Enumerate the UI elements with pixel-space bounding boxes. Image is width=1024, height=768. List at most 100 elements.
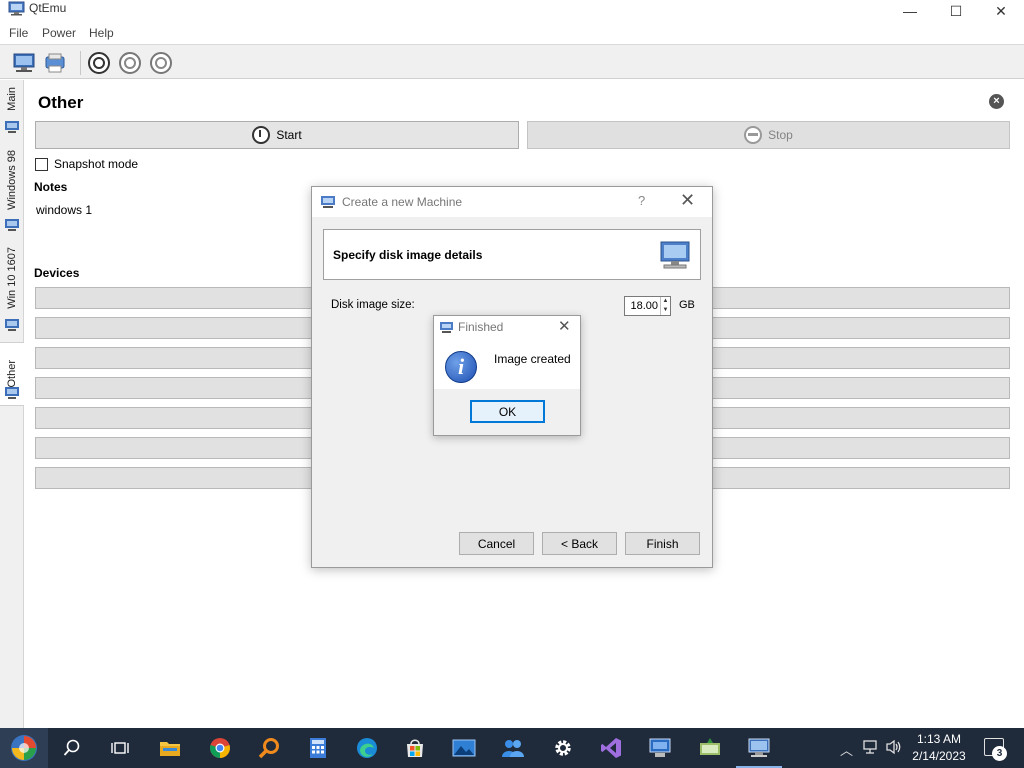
spin-up-icon[interactable]: ▲ [661,297,670,306]
menu-power[interactable]: Power [42,26,76,40]
wizard-close-icon[interactable]: ✕ [680,190,695,211]
new-machine-icon [13,53,35,72]
store-button[interactable] [402,735,428,761]
chevron-up-icon[interactable]: ︿ [840,740,853,759]
edge-button[interactable] [354,735,380,761]
people-icon [502,740,524,757]
start-button[interactable]: Start [35,121,519,149]
stop-button[interactable]: Stop [527,121,1010,149]
remote-desktop-button[interactable] [647,735,673,761]
people-button[interactable] [500,735,526,761]
reset-icon [150,52,172,74]
visual-studio-button[interactable] [598,735,624,761]
finished-message-box: Finished ✕ i Image created OK [433,315,581,436]
reset-button[interactable] [148,50,174,76]
settings-button[interactable] [550,735,576,761]
visual-studio-icon [601,738,621,758]
search-taskbar-button[interactable] [59,735,85,761]
message-title: Finished [458,320,504,334]
magnifier-app-icon [258,738,279,759]
cancel-button[interactable]: Cancel [459,532,534,555]
window-titlebar: QtEmu — ☐ ✕ [0,0,1024,22]
search-icon [63,739,80,756]
machine-tabstrip: Main Windows 98 Win 10 1607 Other [0,80,24,728]
close-machine-icon[interactable]: × [989,94,1004,109]
new-machine-button[interactable] [11,50,37,76]
message-text: Image created [494,352,571,366]
remote-desktop-icon [649,738,671,757]
tab-windows-98[interactable]: Windows 98 [0,142,24,218]
machine-title: Other [38,93,84,112]
tab-win-10-1607-label: Win 10 1607 [6,247,18,309]
chrome-button[interactable] [207,735,233,761]
network-icon[interactable] [862,739,880,755]
qtemu-app-icon [440,322,453,333]
task-view-button[interactable] [107,735,133,761]
chrome-icon [210,738,230,758]
minimize-icon: — [903,3,917,19]
network-app-icon [700,738,720,755]
close-button[interactable]: ✕ [978,0,1024,22]
spin-arrows[interactable]: ▲ ▼ [660,297,670,315]
message-titlebar: Finished ✕ [434,316,580,338]
notes-label: Notes [34,180,68,194]
clock[interactable]: 1:13 AM 2/14/2023 [906,731,972,765]
message-close-icon[interactable]: ✕ [558,317,571,335]
tab-win-10-1607[interactable]: Win 10 1607 [0,242,24,314]
qtemu-taskbar-button[interactable] [736,735,782,768]
qtemu-app-icon [748,738,770,757]
menu-file[interactable]: File [9,26,28,40]
checkbox[interactable] [35,157,48,171]
snapshot-label: Snapshot mode [54,157,139,171]
wizard-title: Create a new Machine [342,195,463,209]
tab-windows-98-label: Windows 98 [6,150,18,210]
computer-icon [5,121,19,133]
disk-size-unit: GB [679,299,695,311]
disk-size-spinbox[interactable]: ▲ ▼ [624,296,671,316]
finish-button[interactable]: Finish [625,532,700,555]
help-icon[interactable]: ? [638,193,645,208]
edge-icon [357,738,377,758]
clock-date: 2/14/2023 [912,749,966,763]
message-body: i Image created [434,338,580,389]
wizard-page-title: Specify disk image details [333,248,483,262]
information-icon: i [445,351,477,383]
ok-button[interactable]: OK [470,400,545,423]
power-off-button[interactable] [117,50,143,76]
computer-icon [5,219,19,231]
folder-icon [160,742,180,756]
toolbar-separator [80,51,81,75]
wizard-titlebar: Create a new Machine ? ✕ [312,187,712,217]
notification-badge: 3 [992,746,1007,761]
machine-settings-icon [45,53,65,73]
maximize-button[interactable]: ☐ [933,0,979,22]
volume-icon[interactable] [885,739,903,755]
search-app-button[interactable] [256,735,282,761]
file-explorer-button[interactable] [157,735,183,761]
start-orb-icon [11,735,37,761]
qtemu-app-icon [8,1,25,16]
menu-help[interactable]: Help [89,26,114,40]
snapshot-mode-checkbox[interactable]: Snapshot mode [35,157,138,171]
clock-time: 1:13 AM [916,732,962,746]
photos-button[interactable] [451,735,477,761]
tab-main[interactable]: Main [0,80,24,118]
start-button[interactable] [0,728,48,768]
stop-icon [744,126,763,144]
machine-settings-button[interactable] [42,50,68,76]
power-on-button[interactable] [86,50,112,76]
disk-size-input[interactable] [627,299,658,313]
minimize-button[interactable]: — [887,0,933,22]
tab-other-label: Other [6,360,18,388]
disk-size-label: Disk image size: [331,299,415,311]
network-app-button[interactable] [697,735,723,761]
notes-text[interactable]: windows 1 [36,203,92,217]
stop-label: Stop [768,128,793,142]
wizard-header: Specify disk image details [323,229,701,280]
spin-down-icon[interactable]: ▼ [661,306,670,315]
calculator-button[interactable] [305,735,331,761]
power-off-icon [119,52,141,74]
back-button[interactable]: < Back [542,532,617,555]
photos-icon [452,739,476,757]
power-icon [252,126,271,144]
